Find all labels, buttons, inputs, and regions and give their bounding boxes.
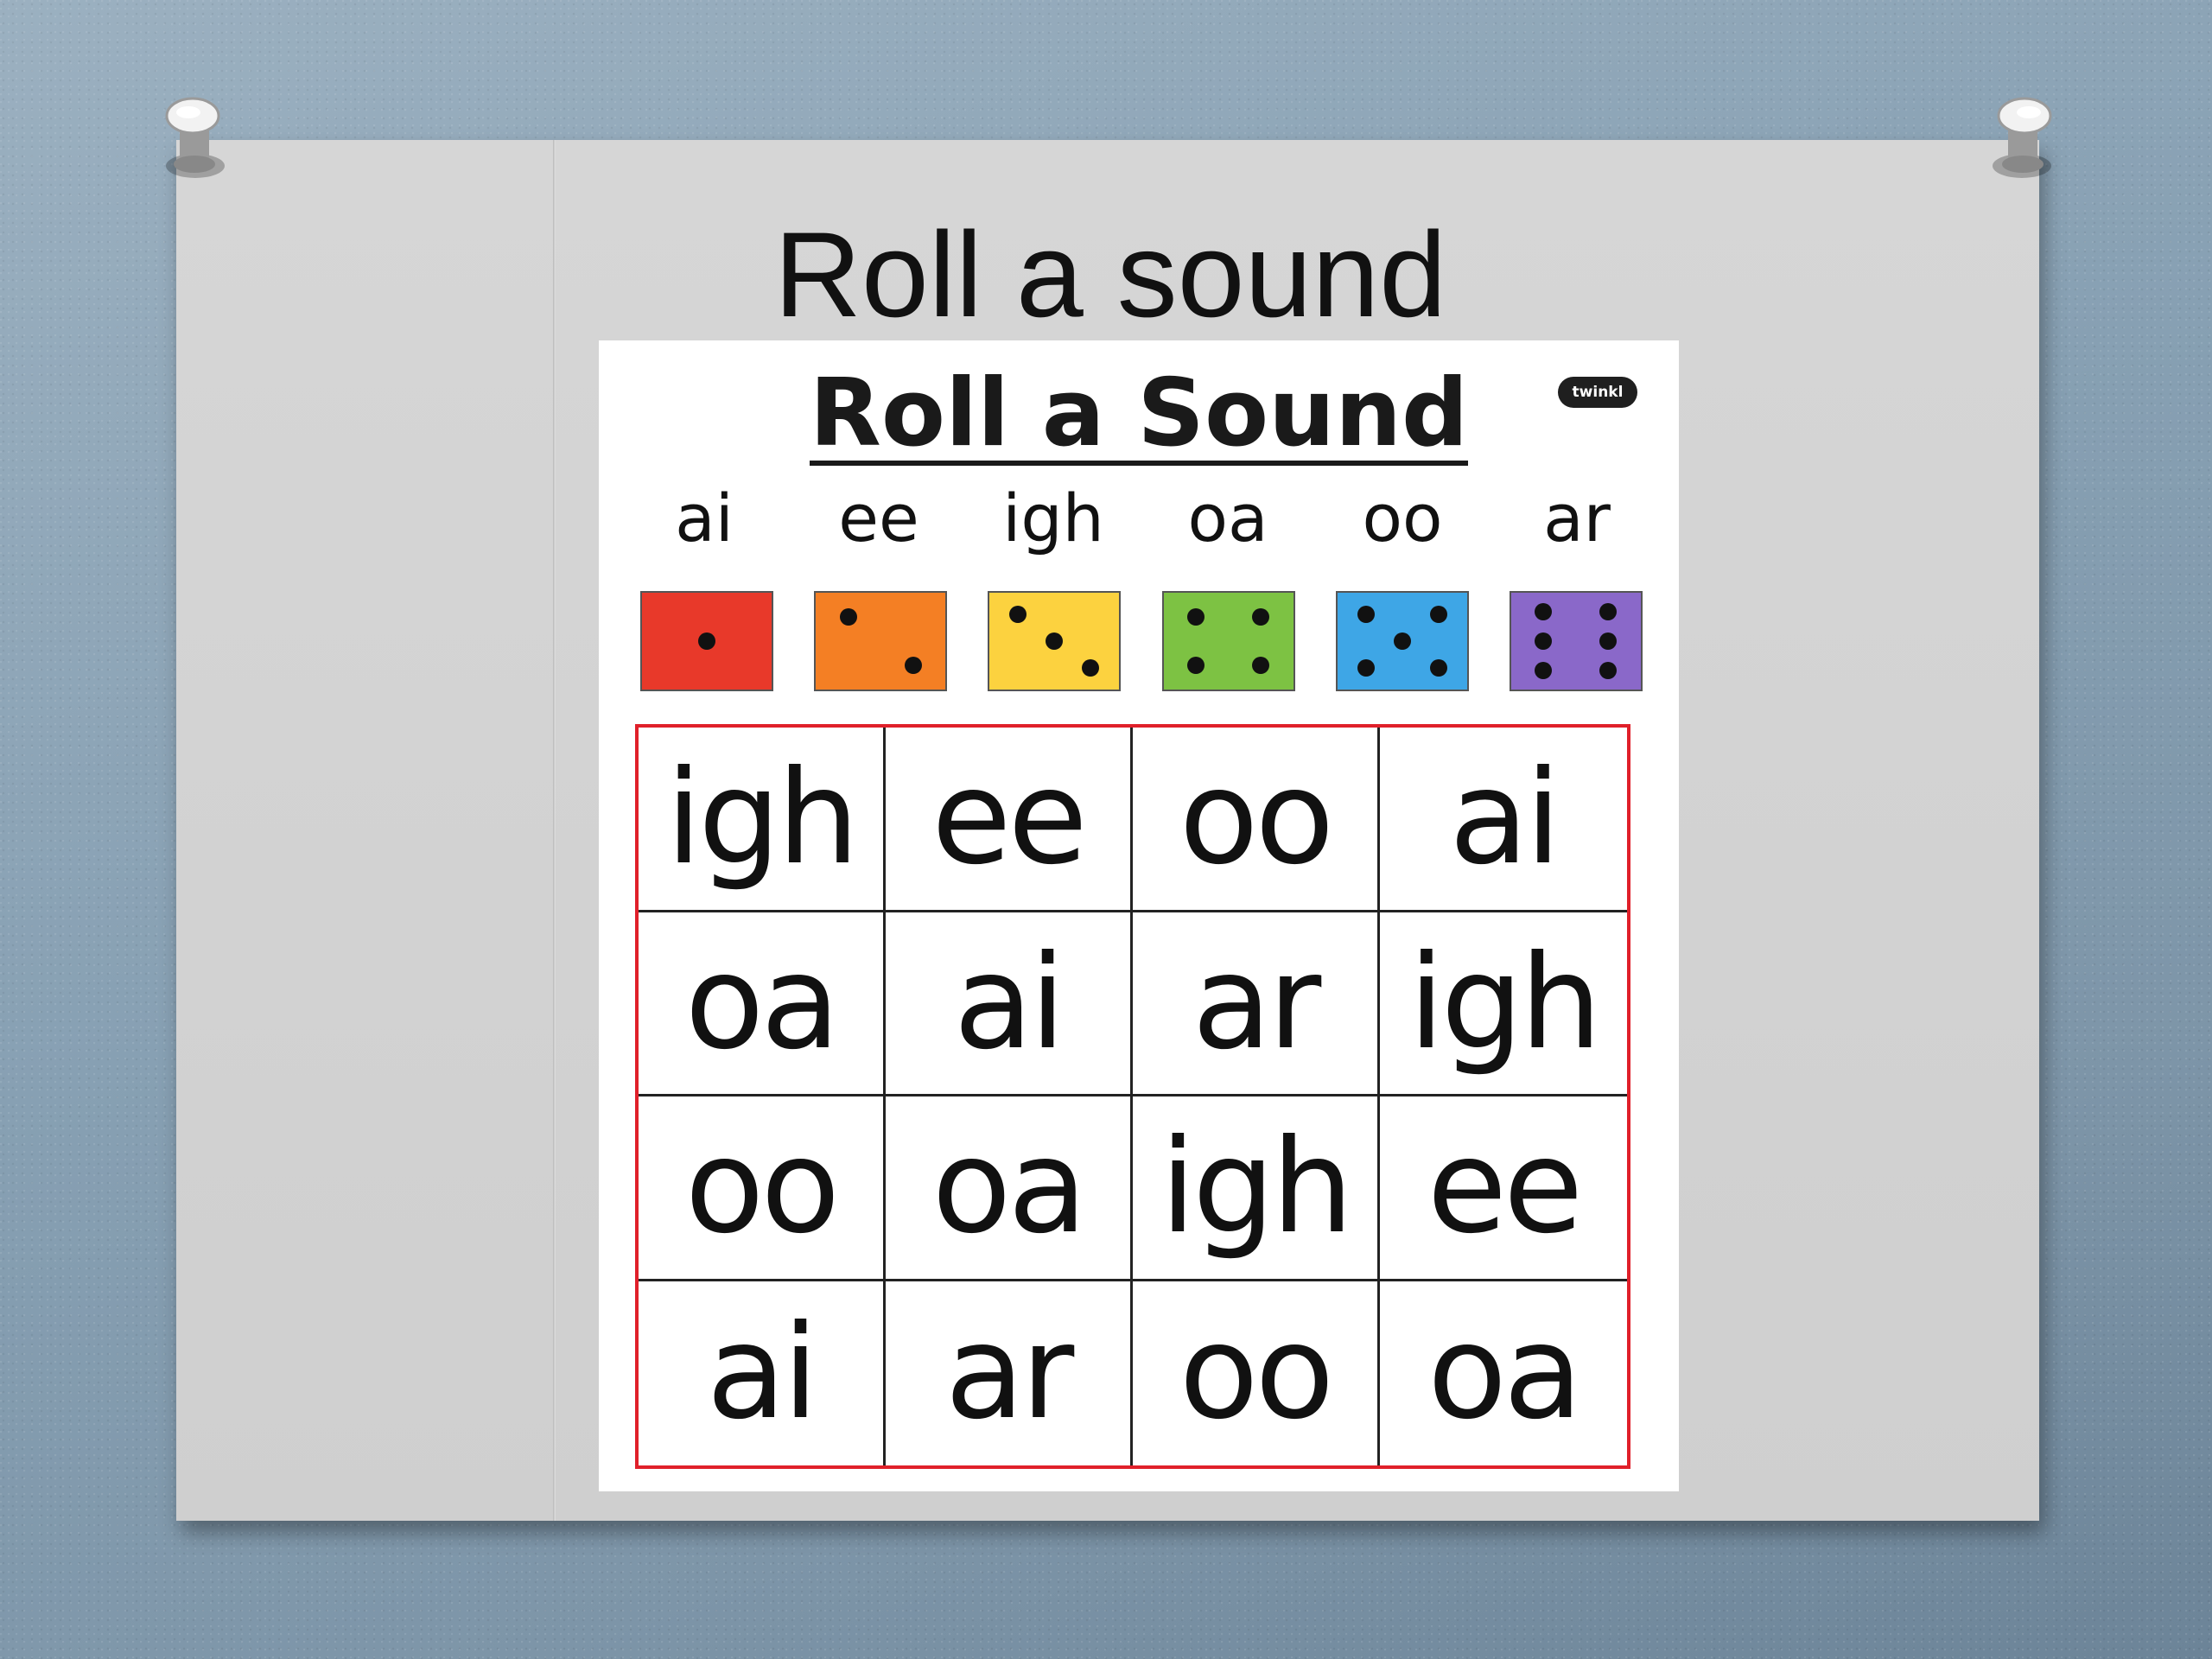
die-pip [1599,632,1618,650]
sound-key-label: oo [1362,480,1443,556]
die-pip [1009,605,1027,623]
die-face-icon [1161,591,1295,691]
die-pip [1252,657,1270,674]
worksheet-title-text: Roll a Sound [809,359,1469,467]
die-pip [1535,603,1553,621]
die-pip [1599,661,1618,679]
die-pip [1599,603,1618,621]
grid-cell: oa [1427,1298,1583,1449]
die-pip [698,632,715,650]
die-face-icon [640,591,773,691]
die-face-icon [1335,591,1469,691]
grid-cell: igh [639,728,886,912]
pushpin-icon [165,97,225,178]
die-pip [839,608,857,626]
grid-cell: ar [1133,912,1380,1096]
grid-cell: ai [1380,728,1627,912]
die-face-icon [988,591,1122,691]
grid-cell: ee [886,728,1133,912]
die-pip [1082,659,1100,677]
grid-cell: oa [886,1096,1133,1281]
grid-cell: ar [886,1281,1133,1465]
die-pip [1357,659,1375,677]
sound-key-label: igh [1002,480,1104,556]
paper-fold-line [553,140,556,1521]
grid-cell: ee [1380,1096,1627,1281]
die-pip [1252,608,1270,626]
die-pip [1046,632,1064,650]
sound-grid: igh ee oo ai oa ai ar igh oo oa igh ee a… [635,724,1630,1469]
die-face-icon [1509,591,1643,691]
grid-cell: oo [639,1096,886,1281]
die-pip [1429,659,1447,677]
die-pip [1187,608,1205,626]
die-pip [1187,657,1205,674]
grid-cell: oo [1133,728,1380,912]
sound-key-label: ee [838,480,919,556]
grid-cell: ai [886,912,1133,1096]
die-pip [1535,661,1553,679]
die-pip [1393,632,1411,650]
sounds-key-row: ai ee igh oa oo ar [635,475,1646,562]
worksheet-image: Roll a Sound twinkl ai ee igh oa oo ar i… [599,340,1679,1491]
die-pip [904,657,922,674]
pushpin-icon [1993,97,2052,178]
grid-cell: oa [639,912,886,1096]
die-pip [1429,605,1447,623]
grid-cell: igh [1133,1096,1380,1281]
grid-cell: oo [1133,1281,1380,1465]
sound-key-label: ar [1543,480,1611,556]
die-pip [1535,632,1553,650]
worksheet-title: Roll a Sound [599,358,1679,470]
slide-title: Roll a sound [773,207,1447,342]
grid-cell: igh [1380,912,1627,1096]
die-pip [1357,605,1375,623]
sound-key-label: oa [1187,480,1268,556]
die-face-icon [814,591,948,691]
grid-cell: ai [639,1281,886,1465]
dice-key-row [640,591,1643,693]
sound-key-label: ai [675,480,734,556]
twinkl-logo: twinkl [1558,377,1637,408]
